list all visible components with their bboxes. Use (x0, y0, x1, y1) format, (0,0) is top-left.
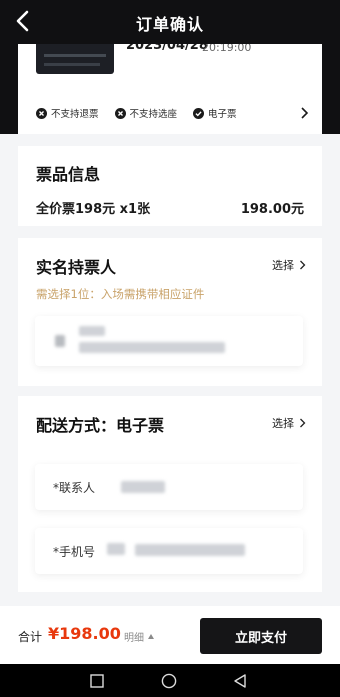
chevron-right-icon (300, 260, 306, 270)
x-circle-icon (114, 107, 126, 119)
ticket-info-card: 票品信息 全价票198元 x1张 198.00元 (18, 146, 322, 226)
chevron-right-icon (300, 418, 306, 428)
checkout-bar: 合计 ¥198.00 明细 立即支付 (0, 606, 340, 664)
show-date: 2023/04/28 (126, 44, 208, 53)
delivery-card: 配送方式：电子票 选择 *联系人 *手机号 (18, 396, 322, 592)
tag-label: 电子票 (208, 109, 237, 120)
ticket-item: 全价票198元 x1张 (36, 202, 151, 217)
phone-field[interactable]: *手机号 (35, 528, 303, 574)
show-poster (36, 44, 114, 74)
phone-label: *手机号 (53, 545, 96, 559)
system-nav-bar (0, 664, 340, 697)
total-label: 合计 (18, 630, 43, 644)
holder-select-button[interactable]: 选择 (272, 257, 306, 273)
delivery-select-button[interactable]: 选择 (272, 415, 306, 431)
ticket-info-title: 票品信息 (36, 165, 101, 184)
home-icon[interactable] (161, 673, 177, 689)
tag-label: 不支持选座 (129, 109, 178, 120)
nav-bar: 订单确认 (0, 0, 340, 44)
blurred-text (79, 326, 105, 336)
pay-now-button[interactable]: 立即支付 (200, 618, 322, 654)
holder-title: 实名持票人 (36, 258, 117, 277)
show-time: 20:19:00 (202, 44, 252, 54)
holder-hint: 需选择1位：入场需携带相应证件 (36, 287, 205, 301)
ticket-price: 198.00元 (240, 202, 304, 217)
check-circle-icon (193, 107, 205, 119)
tag-no-refund: 不支持退票 (36, 106, 99, 120)
total-amount: ¥198.00 (48, 624, 121, 643)
tag-no-seat-select: 不支持选座 (114, 106, 178, 120)
tag-label: 不支持退票 (51, 109, 99, 120)
policy-tags[interactable]: 不支持退票 不支持选座 电子票 (36, 104, 310, 122)
back-triangle-icon[interactable] (233, 673, 247, 689)
x-circle-icon (36, 107, 47, 119)
delivery-title: 配送方式：电子票 (36, 416, 165, 435)
detail-label: 明细 (124, 633, 144, 644)
blurred-text (79, 342, 225, 353)
contact-label: *联系人 (53, 481, 96, 495)
holder-avatar-blurred (55, 335, 65, 347)
chevron-right-icon[interactable] (298, 106, 310, 120)
caret-up-icon (148, 634, 154, 639)
select-label: 选择 (272, 259, 294, 272)
detail-toggle[interactable]: 明细 (124, 629, 154, 644)
blurred-text (107, 543, 125, 555)
pay-label: 立即支付 (234, 630, 287, 646)
show-info-card: 2023/04/28 20:19:00 不支持退票 不支持选座 电子票 (18, 44, 322, 134)
contact-field[interactable]: *联系人 (35, 464, 303, 510)
select-label: 选择 (272, 417, 294, 430)
blurred-text (135, 544, 245, 556)
page-title: 订单确认 (135, 15, 204, 34)
tag-e-ticket: 电子票 (193, 106, 237, 120)
holder-entry[interactable] (35, 316, 303, 366)
recent-apps-icon[interactable] (90, 674, 104, 688)
blurred-text (121, 481, 165, 493)
ticket-holder-card: 实名持票人 选择 需选择1位：入场需携带相应证件 (18, 238, 322, 386)
